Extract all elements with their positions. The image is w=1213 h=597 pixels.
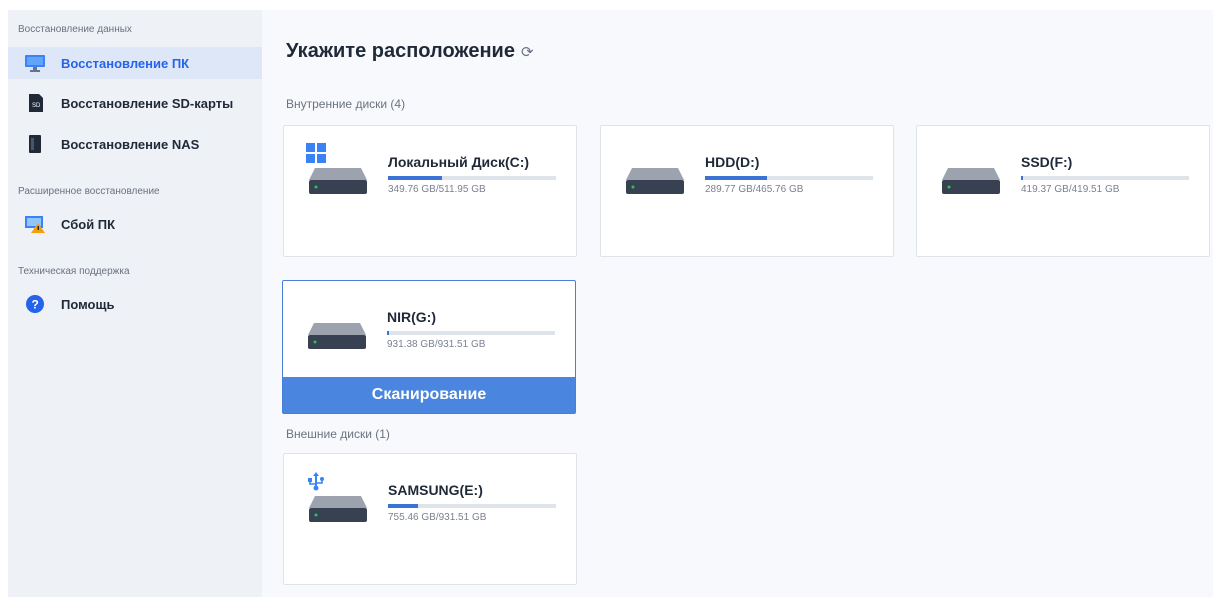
drive-size: 931.38 GB/931.51 GB: [387, 339, 486, 350]
sidebar-item-nas-recovery[interactable]: Восстановление NAS: [8, 128, 262, 160]
sidebar-item-label: Сбой ПК: [61, 216, 116, 232]
usage-bar-fill: [388, 504, 419, 508]
drive-name: SSD(F:): [1021, 154, 1073, 170]
usage-bar-fill: [705, 176, 768, 180]
hard-drive-icon: [309, 168, 367, 194]
sidebar-item-label: Восстановление SD-карты: [61, 95, 234, 111]
drive-card-c[interactable]: Локальный Диск(C:) 349.76 GB/511.95 GB: [283, 125, 577, 257]
hard-drive-icon: [626, 168, 684, 194]
drive-card-e[interactable]: SAMSUNG(E:) 755.46 GB/931.51 GB: [283, 453, 577, 585]
drive-name: SAMSUNG(E:): [388, 482, 483, 498]
page-title: Укажите расположение ⟳: [286, 40, 534, 63]
scan-button[interactable]: Сканирование: [283, 377, 575, 413]
usage-bar-fill: [1021, 176, 1024, 180]
drive-card-f[interactable]: SSD(F:) 419.37 GB/419.51 GB: [916, 125, 1210, 257]
help-icon: ?: [24, 293, 46, 315]
usage-bar: [388, 176, 556, 180]
drive-size: 289.77 GB/465.76 GB: [705, 184, 804, 195]
sd-card-icon: SD: [24, 92, 46, 114]
refresh-icon[interactable]: ⟳: [521, 43, 534, 61]
sidebar: Восстановление данных Восстановление ПК …: [8, 10, 262, 597]
external-disks-label: Внешние диски (1): [286, 427, 390, 441]
pc-crash-icon: [24, 213, 46, 235]
sidebar-item-pc-recovery[interactable]: Восстановление ПК: [8, 47, 262, 79]
sidebar-item-help[interactable]: ? Помощь: [8, 288, 262, 320]
drive-name: HDD(D:): [705, 154, 760, 170]
drive-size: 755.46 GB/931.51 GB: [388, 512, 487, 523]
app-window: Восстановление данных Восстановление ПК …: [8, 10, 1213, 597]
page-title-text: Укажите расположение: [286, 40, 515, 62]
usb-icon: [306, 471, 326, 498]
svg-text:SD: SD: [32, 103, 41, 109]
internal-disks-label: Внутренние диски (4): [286, 97, 406, 111]
drive-card-d[interactable]: HDD(D:) 289.77 GB/465.76 GB: [600, 125, 894, 257]
sidebar-item-label: Восстановление ПК: [61, 55, 190, 71]
sidebar-item-label: Восстановление NAS: [61, 136, 200, 152]
usage-bar-fill: [387, 331, 390, 335]
sidebar-section-support: Техническая поддержка: [18, 266, 130, 277]
nas-icon: [24, 133, 46, 155]
monitor-icon: [24, 52, 46, 74]
usage-bar: [1021, 176, 1189, 180]
sidebar-section-data-recovery: Восстановление данных: [18, 24, 132, 35]
drive-size: 419.37 GB/419.51 GB: [1021, 184, 1120, 195]
sidebar-item-label: Помощь: [61, 296, 115, 312]
sidebar-item-sd-recovery[interactable]: SD Восстановление SD-карты: [8, 87, 262, 119]
usage-bar: [387, 331, 555, 335]
drive-name: Локальный Диск(C:): [388, 154, 530, 170]
windows-icon: [306, 143, 326, 168]
hard-drive-icon: [308, 323, 366, 349]
drive-size: 349.76 GB/511.95 GB: [388, 184, 486, 195]
sidebar-item-pc-crash[interactable]: Сбой ПК: [8, 208, 262, 240]
hard-drive-icon: [309, 496, 367, 522]
drive-card-g[interactable]: NIR(G:) 931.38 GB/931.51 GB Сканирование: [282, 280, 576, 414]
hard-drive-icon: [942, 168, 1000, 194]
usage-bar: [388, 504, 556, 508]
usage-bar-fill: [388, 176, 442, 180]
sidebar-section-advanced: Расширенное восстановление: [18, 186, 160, 197]
svg-text:?: ?: [32, 298, 39, 312]
usage-bar: [705, 176, 873, 180]
drive-name: NIR(G:): [387, 309, 436, 325]
